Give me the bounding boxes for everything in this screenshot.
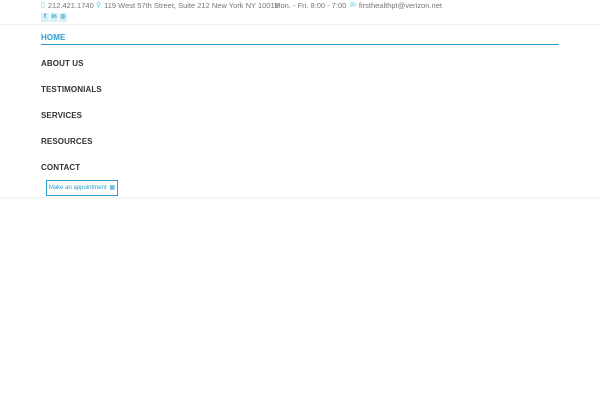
header-divider: [0, 24, 600, 25]
nav-item-testimonials[interactable]: TESTIMONIALS: [41, 85, 102, 94]
phone-text: 212.421.1740: [47, 1, 94, 10]
email-info[interactable]: ✉ firsthealthpt@verizon.net: [350, 0, 442, 11]
email-text: firsthealthpt@verizon.net: [358, 1, 442, 10]
nav-item-services[interactable]: SERVICES: [41, 111, 82, 120]
calendar-icon: ▦: [109, 185, 116, 191]
address-text: 119 West 57th Street, Suite 212 New York…: [104, 1, 279, 10]
location-pin-icon: ⚲: [96, 2, 102, 9]
hours-info: ◔ Mon. - Fri. 8:00 - 7:00: [267, 0, 346, 11]
linkedin-icon[interactable]: in: [50, 13, 58, 22]
appointment-label: Make an appointment: [48, 185, 107, 191]
phone-info[interactable]: ▯ 212.421.1740: [41, 0, 94, 11]
envelope-icon: ✉: [350, 2, 356, 9]
nav-item-about-us[interactable]: ABOUT US: [41, 59, 84, 68]
nav-item-home[interactable]: HOME: [41, 33, 65, 42]
top-info-bar: ▯ 212.421.1740 ⚲ 119 West 57th Street, S…: [0, 0, 600, 12]
hours-text: Mon. - Fri. 8:00 - 7:00: [274, 1, 347, 10]
clock-icon: ◔: [267, 2, 272, 9]
nav-item-resources[interactable]: RESOURCES: [41, 137, 93, 146]
active-nav-underline: [41, 44, 559, 46]
nav-item-contact[interactable]: CONTACT: [41, 163, 80, 172]
instagram-icon[interactable]: ◎: [59, 13, 67, 22]
facebook-icon[interactable]: f: [41, 13, 49, 22]
phone-icon: ▯: [41, 2, 45, 9]
social-links: f in ◎: [41, 13, 68, 22]
address-info: ⚲ 119 West 57th Street, Suite 212 New Yo…: [96, 0, 279, 11]
make-appointment-button[interactable]: Make an appointment ▦: [46, 180, 118, 196]
header-bottom-shadow: [0, 197, 600, 201]
